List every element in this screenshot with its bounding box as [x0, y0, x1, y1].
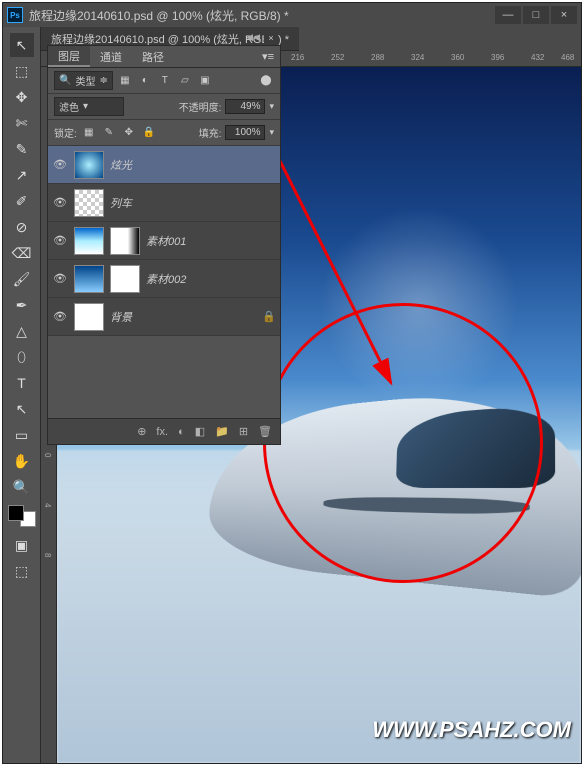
layer-name[interactable]: 素材002 — [146, 271, 186, 287]
fill-label: 填充: — [199, 125, 222, 140]
brush-tool[interactable]: ✐ — [10, 189, 34, 213]
layer-row[interactable]: 👁 背景 🔒 — [48, 298, 280, 336]
panel-close-icon[interactable]: × — [264, 32, 278, 44]
tool-palette: ↖ ⬚ ✥ ✄ ✎ ↗ ✐ ⊘ ⌫ 🖌 ✒ △ ⬯ T ↖ ▭ ✋ 🔍 ▣ ⬚ — [3, 27, 41, 763]
minimize-button[interactable]: — — [495, 6, 521, 24]
panel-collapse-icon[interactable]: ◀◀ — [246, 32, 260, 43]
screenmode-tool[interactable]: ⬚ — [10, 559, 34, 583]
zoom-tool[interactable]: 🔍 — [10, 475, 34, 499]
fill-value[interactable]: 100% — [225, 125, 265, 140]
fx-icon[interactable]: fx. — [156, 426, 168, 438]
visibility-icon[interactable]: 👁 — [52, 272, 68, 285]
visibility-icon[interactable]: 👁 — [52, 234, 68, 247]
link-layers-icon[interactable]: ⊕ — [137, 425, 146, 438]
fill-chevron-icon[interactable]: ▾ — [269, 127, 274, 138]
shape-tool[interactable]: ▭ — [10, 423, 34, 447]
opacity-label: 不透明度: — [179, 99, 222, 114]
tab-layers[interactable]: 图层 — [48, 46, 90, 67]
layer-thumb[interactable] — [74, 151, 104, 179]
move-tool[interactable]: ↖ — [10, 33, 34, 57]
lock-move-icon[interactable]: ✥ — [121, 126, 137, 140]
lock-paint-icon[interactable]: ✎ — [101, 126, 117, 140]
type-tool[interactable]: T — [10, 371, 34, 395]
visibility-icon[interactable]: 👁 — [52, 158, 68, 171]
blur-tool[interactable]: ⬯ — [10, 345, 34, 369]
filter-adjust-icon[interactable]: ◐ — [137, 74, 153, 88]
tab-paths[interactable]: 路径 — [132, 46, 174, 67]
eyedropper-tool[interactable]: ✎ — [10, 137, 34, 161]
layer-mask-thumb[interactable] — [110, 265, 140, 293]
filter-pixel-icon[interactable]: ▦ — [117, 74, 133, 88]
filter-shape-icon[interactable]: ▱ — [177, 74, 193, 88]
layer-row[interactable]: 👁 素材001 — [48, 222, 280, 260]
titlebar: Ps 旅程边缘20140610.psd @ 100% (炫光, RGB/8) *… — [3, 3, 581, 27]
lock-all-icon[interactable]: 🔒 — [141, 126, 157, 140]
lock-icon: 🔒 — [262, 310, 276, 323]
filter-type-icon[interactable]: T — [157, 74, 173, 88]
layer-name[interactable]: 素材001 — [146, 233, 186, 249]
layer-name[interactable]: 背景 — [110, 309, 132, 325]
tab-channels[interactable]: 通道 — [90, 46, 132, 67]
crop-tool[interactable]: ✄ — [10, 111, 34, 135]
layer-thumb[interactable] — [74, 265, 104, 293]
layer-mask-thumb[interactable] — [110, 227, 140, 255]
panel-footer: ⊕ fx. ◐ ◧ 📁 ⊞ 🗑 — [48, 418, 280, 444]
fg-color[interactable] — [8, 505, 24, 521]
layer-row[interactable]: 👁 素材002 — [48, 260, 280, 298]
quickmask-tool[interactable]: ▣ — [10, 533, 34, 557]
layer-row[interactable]: 👁 列车 — [48, 184, 280, 222]
gradient-tool[interactable]: 🖌 — [10, 267, 34, 291]
visibility-icon[interactable]: 👁 — [52, 196, 68, 209]
new-layer-icon[interactable]: ⊞ — [239, 425, 248, 438]
color-swatch[interactable] — [8, 505, 36, 527]
marquee-tool[interactable]: ⬚ — [10, 59, 34, 83]
layer-thumb[interactable] — [74, 227, 104, 255]
lock-label: 锁定: — [54, 125, 77, 140]
layer-thumb[interactable] — [74, 189, 104, 217]
pen-tool[interactable]: ✒ — [10, 293, 34, 317]
filter-smart-icon[interactable]: ▣ — [197, 74, 213, 88]
layer-name[interactable]: 列车 — [110, 195, 132, 211]
mask-icon[interactable]: ◐ — [178, 426, 185, 438]
close-button[interactable]: × — [551, 6, 577, 24]
layers-panel: ◀◀ × 图层 通道 路径 ▾≡ 🔍类型 ≑ ▦ ◐ T ▱ ▣ ⬤ 滤色 ▾ … — [47, 45, 281, 445]
healing-tool[interactable]: ↗ — [10, 163, 34, 187]
document-title: 旅程边缘20140610.psd @ 100% (炫光, RGB/8) * — [29, 7, 495, 24]
ruler-vertical: 0 4 8 — [41, 443, 57, 763]
eraser-tool[interactable]: ⌫ — [10, 241, 34, 265]
lasso-tool[interactable]: ✥ — [10, 85, 34, 109]
hand-tool[interactable]: ✋ — [10, 449, 34, 473]
opacity-chevron-icon[interactable]: ▾ — [269, 101, 274, 112]
adjustment-icon[interactable]: ◧ — [195, 425, 205, 438]
blend-mode-dropdown[interactable]: 滤色 ▾ — [54, 97, 124, 116]
path-tool[interactable]: ↖ — [10, 397, 34, 421]
panel-menu-icon[interactable]: ▾≡ — [256, 50, 280, 63]
group-icon[interactable]: 📁 — [215, 425, 229, 438]
layer-thumb[interactable] — [74, 303, 104, 331]
filter-type-dropdown[interactable]: 🔍类型 ≑ — [54, 71, 113, 90]
opacity-value[interactable]: 49% — [225, 99, 265, 114]
visibility-icon[interactable]: 👁 — [52, 310, 68, 323]
stamp-tool[interactable]: ⊘ — [10, 215, 34, 239]
ps-app-icon: Ps — [7, 7, 23, 23]
watermark: WWW.PSAHZ.COM — [372, 717, 571, 743]
layer-name[interactable]: 炫光 — [110, 157, 132, 173]
lock-pixels-icon[interactable]: ▦ — [81, 126, 97, 140]
filter-toggle[interactable]: ⬤ — [258, 74, 274, 88]
trash-icon[interactable]: 🗑 — [258, 425, 272, 438]
layer-list: 👁 炫光 👁 列车 👁 素材001 👁 素材002 — [48, 146, 280, 336]
dodge-tool[interactable]: △ — [10, 319, 34, 343]
app-window: Ps 旅程边缘20140610.psd @ 100% (炫光, RGB/8) *… — [2, 2, 582, 764]
layer-row[interactable]: 👁 炫光 — [48, 146, 280, 184]
maximize-button[interactable]: □ — [523, 6, 549, 24]
